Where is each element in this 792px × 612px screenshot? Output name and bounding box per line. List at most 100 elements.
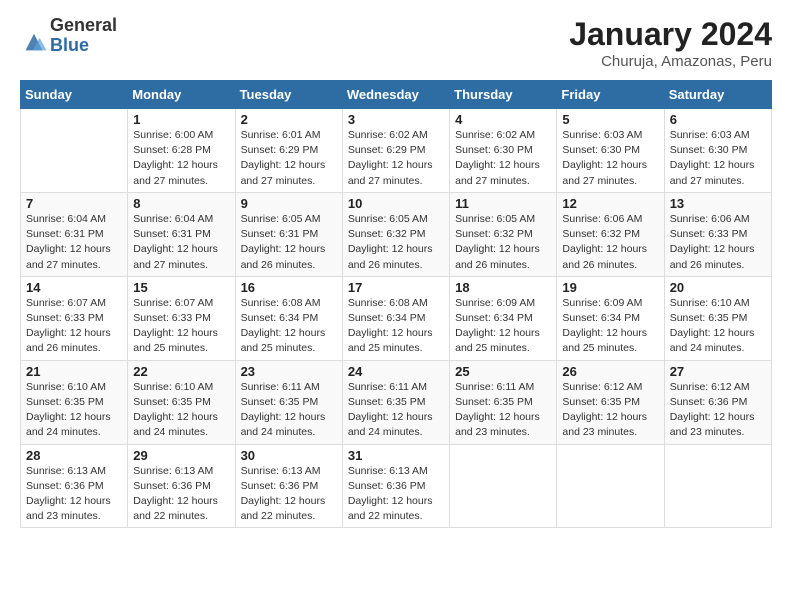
logo-general-text: General [50, 15, 117, 35]
day-info: Sunrise: 6:07 AMSunset: 6:33 PMDaylight:… [133, 296, 229, 357]
calendar-cell: 21Sunrise: 6:10 AMSunset: 6:35 PMDayligh… [21, 360, 128, 444]
title-section: January 2024 Churuja, Amazonas, Peru [569, 16, 772, 70]
day-info: Sunrise: 6:00 AMSunset: 6:28 PMDaylight:… [133, 128, 229, 189]
calendar-cell: 9Sunrise: 6:05 AMSunset: 6:31 PMDaylight… [235, 192, 342, 276]
calendar-cell: 5Sunrise: 6:03 AMSunset: 6:30 PMDaylight… [557, 109, 664, 193]
calendar-header-row: SundayMondayTuesdayWednesdayThursdayFrid… [21, 81, 772, 109]
header: General Blue January 2024 Churuja, Amazo… [20, 16, 772, 70]
calendar-cell: 3Sunrise: 6:02 AMSunset: 6:29 PMDaylight… [342, 109, 449, 193]
day-info: Sunrise: 6:03 AMSunset: 6:30 PMDaylight:… [670, 128, 766, 189]
day-number: 12 [562, 196, 658, 211]
calendar-cell: 18Sunrise: 6:09 AMSunset: 6:34 PMDayligh… [450, 276, 557, 360]
day-info: Sunrise: 6:13 AMSunset: 6:36 PMDaylight:… [133, 464, 229, 525]
calendar-cell: 22Sunrise: 6:10 AMSunset: 6:35 PMDayligh… [128, 360, 235, 444]
day-info: Sunrise: 6:10 AMSunset: 6:35 PMDaylight:… [670, 296, 766, 357]
calendar-cell: 19Sunrise: 6:09 AMSunset: 6:34 PMDayligh… [557, 276, 664, 360]
day-info: Sunrise: 6:05 AMSunset: 6:31 PMDaylight:… [241, 212, 337, 273]
calendar-header-monday: Monday [128, 81, 235, 109]
day-number: 20 [670, 280, 766, 295]
day-info: Sunrise: 6:02 AMSunset: 6:29 PMDaylight:… [348, 128, 444, 189]
calendar-header-tuesday: Tuesday [235, 81, 342, 109]
calendar-cell: 25Sunrise: 6:11 AMSunset: 6:35 PMDayligh… [450, 360, 557, 444]
day-number: 10 [348, 196, 444, 211]
day-number: 30 [241, 448, 337, 463]
calendar-cell: 15Sunrise: 6:07 AMSunset: 6:33 PMDayligh… [128, 276, 235, 360]
calendar-header-thursday: Thursday [450, 81, 557, 109]
day-number: 8 [133, 196, 229, 211]
calendar-cell: 1Sunrise: 6:00 AMSunset: 6:28 PMDaylight… [128, 109, 235, 193]
day-number: 29 [133, 448, 229, 463]
calendar-cell: 29Sunrise: 6:13 AMSunset: 6:36 PMDayligh… [128, 444, 235, 528]
day-info: Sunrise: 6:10 AMSunset: 6:35 PMDaylight:… [133, 380, 229, 441]
day-number: 4 [455, 112, 551, 127]
day-number: 21 [26, 364, 122, 379]
calendar-cell: 8Sunrise: 6:04 AMSunset: 6:31 PMDaylight… [128, 192, 235, 276]
day-info: Sunrise: 6:03 AMSunset: 6:30 PMDaylight:… [562, 128, 658, 189]
day-number: 13 [670, 196, 766, 211]
day-number: 2 [241, 112, 337, 127]
calendar-cell: 17Sunrise: 6:08 AMSunset: 6:34 PMDayligh… [342, 276, 449, 360]
day-number: 11 [455, 196, 551, 211]
calendar-cell: 26Sunrise: 6:12 AMSunset: 6:35 PMDayligh… [557, 360, 664, 444]
day-number: 22 [133, 364, 229, 379]
calendar-cell [21, 109, 128, 193]
logo: General Blue [20, 16, 117, 56]
day-info: Sunrise: 6:04 AMSunset: 6:31 PMDaylight:… [26, 212, 122, 273]
day-number: 23 [241, 364, 337, 379]
calendar-table: SundayMondayTuesdayWednesdayThursdayFrid… [20, 80, 772, 528]
page: General Blue January 2024 Churuja, Amazo… [0, 0, 792, 612]
day-info: Sunrise: 6:11 AMSunset: 6:35 PMDaylight:… [241, 380, 337, 441]
day-info: Sunrise: 6:09 AMSunset: 6:34 PMDaylight:… [562, 296, 658, 357]
day-info: Sunrise: 6:02 AMSunset: 6:30 PMDaylight:… [455, 128, 551, 189]
day-info: Sunrise: 6:04 AMSunset: 6:31 PMDaylight:… [133, 212, 229, 273]
day-info: Sunrise: 6:10 AMSunset: 6:35 PMDaylight:… [26, 380, 122, 441]
day-info: Sunrise: 6:05 AMSunset: 6:32 PMDaylight:… [348, 212, 444, 273]
day-info: Sunrise: 6:06 AMSunset: 6:32 PMDaylight:… [562, 212, 658, 273]
day-info: Sunrise: 6:11 AMSunset: 6:35 PMDaylight:… [348, 380, 444, 441]
day-number: 24 [348, 364, 444, 379]
calendar-week-row: 14Sunrise: 6:07 AMSunset: 6:33 PMDayligh… [21, 276, 772, 360]
day-number: 31 [348, 448, 444, 463]
day-info: Sunrise: 6:08 AMSunset: 6:34 PMDaylight:… [348, 296, 444, 357]
calendar-cell: 6Sunrise: 6:03 AMSunset: 6:30 PMDaylight… [664, 109, 771, 193]
subtitle: Churuja, Amazonas, Peru [569, 53, 772, 70]
calendar-cell: 2Sunrise: 6:01 AMSunset: 6:29 PMDaylight… [235, 109, 342, 193]
day-info: Sunrise: 6:12 AMSunset: 6:35 PMDaylight:… [562, 380, 658, 441]
day-number: 15 [133, 280, 229, 295]
calendar-week-row: 1Sunrise: 6:00 AMSunset: 6:28 PMDaylight… [21, 109, 772, 193]
day-info: Sunrise: 6:08 AMSunset: 6:34 PMDaylight:… [241, 296, 337, 357]
day-number: 17 [348, 280, 444, 295]
logo-blue-text: Blue [50, 35, 89, 55]
day-info: Sunrise: 6:13 AMSunset: 6:36 PMDaylight:… [26, 464, 122, 525]
calendar-cell: 7Sunrise: 6:04 AMSunset: 6:31 PMDaylight… [21, 192, 128, 276]
day-info: Sunrise: 6:06 AMSunset: 6:33 PMDaylight:… [670, 212, 766, 273]
day-number: 25 [455, 364, 551, 379]
logo-icon [20, 28, 48, 56]
calendar-cell: 20Sunrise: 6:10 AMSunset: 6:35 PMDayligh… [664, 276, 771, 360]
day-number: 18 [455, 280, 551, 295]
calendar-cell: 30Sunrise: 6:13 AMSunset: 6:36 PMDayligh… [235, 444, 342, 528]
day-number: 9 [241, 196, 337, 211]
day-number: 28 [26, 448, 122, 463]
calendar-cell: 4Sunrise: 6:02 AMSunset: 6:30 PMDaylight… [450, 109, 557, 193]
day-info: Sunrise: 6:07 AMSunset: 6:33 PMDaylight:… [26, 296, 122, 357]
calendar-cell: 31Sunrise: 6:13 AMSunset: 6:36 PMDayligh… [342, 444, 449, 528]
day-number: 5 [562, 112, 658, 127]
main-title: January 2024 [569, 16, 772, 53]
day-number: 14 [26, 280, 122, 295]
day-info: Sunrise: 6:11 AMSunset: 6:35 PMDaylight:… [455, 380, 551, 441]
day-info: Sunrise: 6:13 AMSunset: 6:36 PMDaylight:… [241, 464, 337, 525]
day-number: 1 [133, 112, 229, 127]
calendar-cell [450, 444, 557, 528]
day-number: 26 [562, 364, 658, 379]
calendar-week-row: 21Sunrise: 6:10 AMSunset: 6:35 PMDayligh… [21, 360, 772, 444]
calendar-week-row: 28Sunrise: 6:13 AMSunset: 6:36 PMDayligh… [21, 444, 772, 528]
calendar-cell: 28Sunrise: 6:13 AMSunset: 6:36 PMDayligh… [21, 444, 128, 528]
day-info: Sunrise: 6:12 AMSunset: 6:36 PMDaylight:… [670, 380, 766, 441]
calendar-cell: 23Sunrise: 6:11 AMSunset: 6:35 PMDayligh… [235, 360, 342, 444]
calendar-header-wednesday: Wednesday [342, 81, 449, 109]
calendar-cell: 13Sunrise: 6:06 AMSunset: 6:33 PMDayligh… [664, 192, 771, 276]
day-number: 6 [670, 112, 766, 127]
day-info: Sunrise: 6:05 AMSunset: 6:32 PMDaylight:… [455, 212, 551, 273]
day-number: 7 [26, 196, 122, 211]
